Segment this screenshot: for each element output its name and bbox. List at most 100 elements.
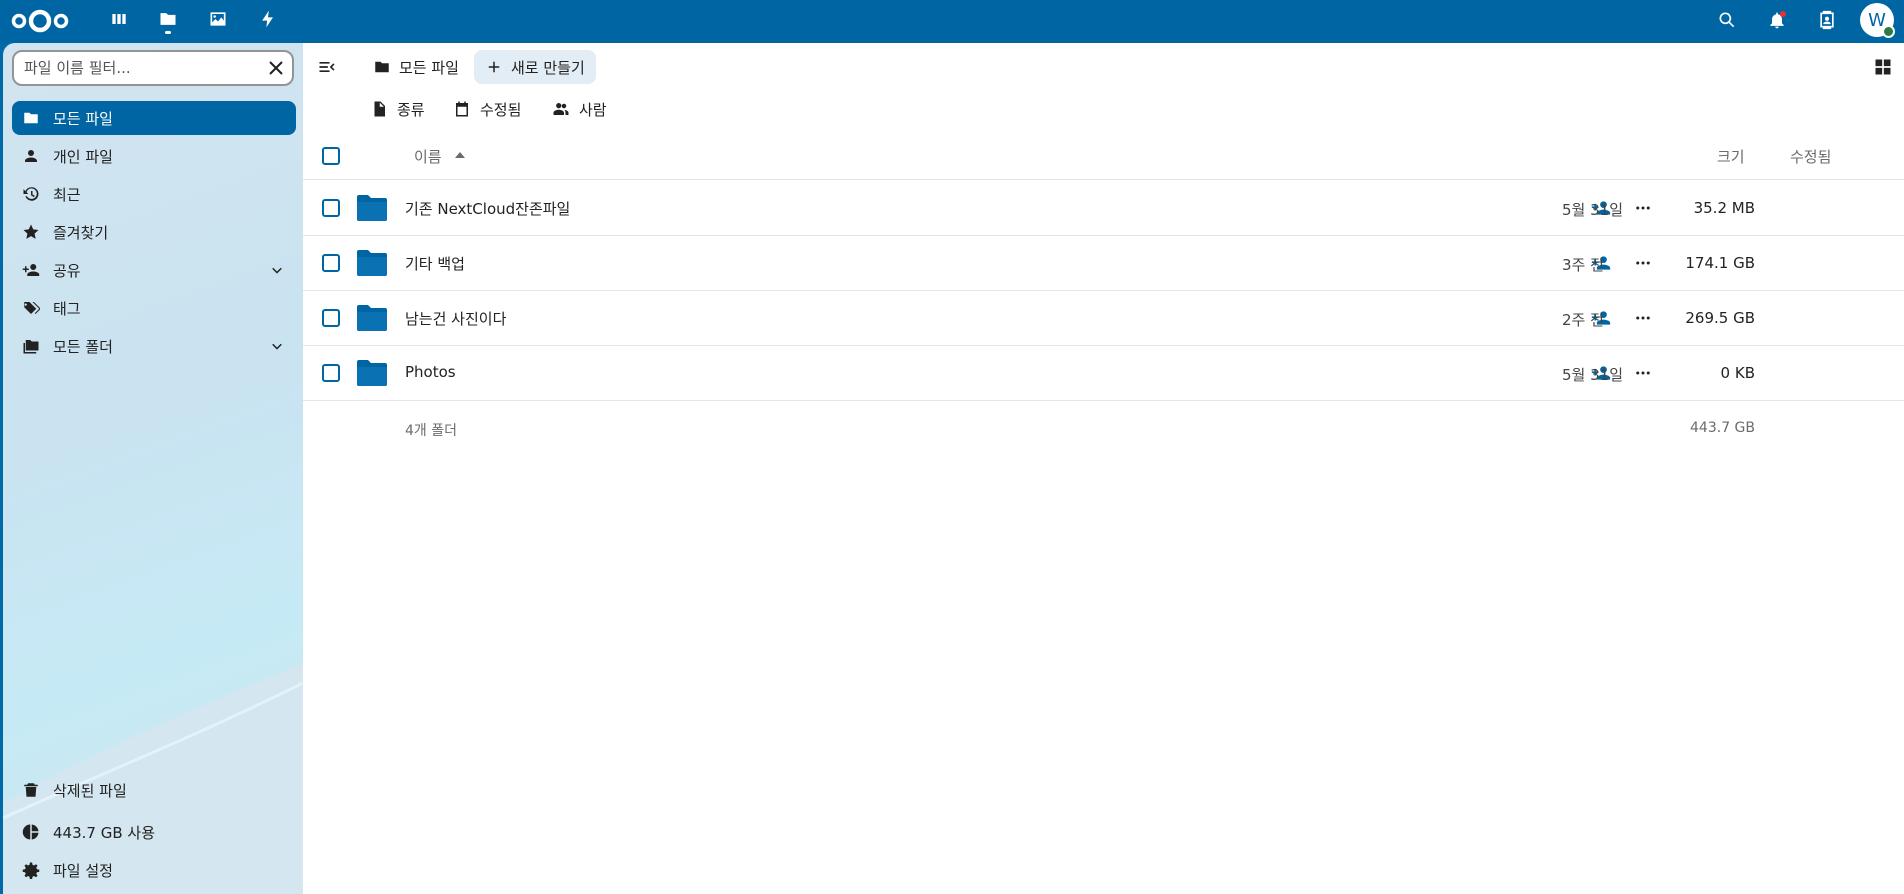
sidebar-item-all-folders[interactable]: 모든 폴더 <box>12 329 296 363</box>
grid-icon <box>1875 59 1891 75</box>
file-size: 35.2 MB <box>1693 199 1755 217</box>
file-name[interactable]: 남는건 사진이다 <box>405 308 506 329</box>
file-modified: 2주 전 <box>1562 311 1604 329</box>
column-size-header[interactable]: 크기 <box>1717 146 1745 167</box>
folder-icon <box>21 108 41 128</box>
search-button[interactable] <box>1707 0 1747 40</box>
actions-menu-button[interactable] <box>1630 195 1656 221</box>
actions-menu-button[interactable] <box>1630 360 1656 386</box>
contacts-button[interactable] <box>1807 0 1847 40</box>
row-checkbox[interactable] <box>322 309 340 327</box>
grid-view-toggle[interactable] <box>1866 50 1900 84</box>
column-name-header[interactable]: 이름 <box>414 146 442 167</box>
new-button-label: 새로 만들기 <box>511 58 585 77</box>
file-size: 0 KB <box>1720 364 1755 382</box>
app-files[interactable] <box>149 0 187 38</box>
app-photos[interactable] <box>199 0 237 38</box>
select-all-checkbox[interactable] <box>322 147 340 165</box>
file-name[interactable]: Photos <box>405 363 456 381</box>
filter-modified-label: 수정됨 <box>480 100 522 119</box>
chevron-down-icon[interactable] <box>268 337 286 355</box>
folder-count-summary: 4개 폴더 <box>405 423 457 439</box>
folder-icon[interactable] <box>356 249 388 277</box>
sidebar: 모든 파일 개인 파일 최근 즐겨찾기 공유 태그 모든 폴더 삭제된 파일 4… <box>3 43 303 894</box>
sidebar-item-label: 최근 <box>53 185 81 204</box>
table-row[interactable]: 기타 백업 174.1 GB 3주 전 <box>303 236 1904 291</box>
table-row[interactable]: 기존 NextCloud잔존파일 35.2 MB 5월 31일 <box>303 181 1904 236</box>
file-modified: 3주 전 <box>1562 256 1604 274</box>
pie-chart-icon <box>21 822 41 842</box>
file-icon <box>374 101 385 117</box>
trash-icon <box>21 780 41 800</box>
close-icon[interactable] <box>266 58 286 78</box>
contacts-icon <box>1820 10 1834 30</box>
nextcloud-logo[interactable] <box>10 6 70 36</box>
file-size: 269.5 GB <box>1685 309 1755 327</box>
user-avatar[interactable]: W <box>1860 3 1895 38</box>
filter-modified[interactable]: 수정됨 <box>453 92 521 126</box>
actions-menu-button[interactable] <box>1630 250 1656 276</box>
dashboard-icon <box>112 14 126 24</box>
people-icon <box>553 103 569 115</box>
actions-menu-button[interactable] <box>1630 305 1656 331</box>
sidebar-item-label: 모든 폴더 <box>53 337 113 356</box>
sidebar-item-tags[interactable]: 태그 <box>12 291 296 325</box>
storage-usage[interactable]: 443.7 GB 사용 <box>12 815 296 849</box>
notification-badge <box>1780 11 1786 17</box>
online-status-icon <box>1882 25 1895 38</box>
row-checkbox[interactable] <box>322 199 340 217</box>
table-header: 이름 크기 수정됨 <box>303 131 1904 180</box>
chevron-down-icon[interactable] <box>268 261 286 279</box>
filter-people[interactable]: 사람 <box>552 92 607 126</box>
sidebar-item-deleted-files[interactable]: 삭제된 파일 <box>12 773 296 807</box>
sidebar-item-label: 공유 <box>53 261 81 280</box>
file-modified: 5월 31일 <box>1562 366 1623 384</box>
calendar-icon <box>456 101 468 117</box>
notifications-button[interactable] <box>1757 0 1797 40</box>
breadcrumb-all-files[interactable]: 모든 파일 <box>373 50 459 84</box>
sidebar-item-label: 개인 파일 <box>53 147 113 166</box>
row-checkbox[interactable] <box>322 254 340 272</box>
toggle-navigation-button[interactable] <box>310 50 344 84</box>
folder-icon[interactable] <box>356 194 388 222</box>
filter-people-label: 사람 <box>579 100 607 119</box>
folder-icon[interactable] <box>356 359 388 387</box>
table-row[interactable]: Photos 0 KB 5월 31일 <box>303 346 1904 401</box>
app-dashboard[interactable] <box>100 0 138 38</box>
file-name[interactable]: 기존 NextCloud잔존파일 <box>405 198 570 219</box>
column-modified-header[interactable]: 수정됨 <box>1790 146 1831 167</box>
breadcrumb-label: 모든 파일 <box>399 58 459 77</box>
file-modified: 5월 31일 <box>1562 201 1623 219</box>
more-horizontal-icon <box>1636 261 1650 265</box>
row-checkbox[interactable] <box>322 364 340 382</box>
folder-icon <box>375 61 389 73</box>
sidebar-item-shares[interactable]: 공유 <box>12 253 296 287</box>
file-name[interactable]: 기타 백업 <box>405 253 465 274</box>
sidebar-item-label: 태그 <box>53 299 81 318</box>
plus-icon <box>488 61 500 73</box>
total-size-summary: 443.7 GB <box>1690 420 1755 436</box>
folders-icon <box>21 336 41 356</box>
sidebar-item-personal-files[interactable]: 개인 파일 <box>12 139 296 173</box>
sidebar-item-favorites[interactable]: 즐겨찾기 <box>12 215 296 249</box>
sort-ascending-icon <box>455 152 465 158</box>
table-row[interactable]: 남는건 사진이다 269.5 GB 2주 전 <box>303 291 1904 346</box>
search-icon <box>1719 12 1735 28</box>
image-icon <box>210 12 226 26</box>
sidebar-item-recent[interactable]: 최근 <box>12 177 296 211</box>
sidebar-item-label: 삭제된 파일 <box>53 781 127 800</box>
sidebar-item-label: 모든 파일 <box>53 109 113 128</box>
star-icon <box>21 222 41 242</box>
new-button[interactable]: 새로 만들기 <box>474 50 596 84</box>
folder-icon[interactable] <box>356 304 388 332</box>
folder-icon <box>160 13 176 25</box>
sidebar-item-file-settings[interactable]: 파일 설정 <box>12 853 296 887</box>
share-icon <box>21 260 41 280</box>
app-activity[interactable] <box>249 0 287 38</box>
top-bar: W <box>0 0 1904 43</box>
sidebar-item-all-files[interactable]: 모든 파일 <box>12 101 296 135</box>
file-filter <box>12 50 294 86</box>
filter-input[interactable] <box>24 52 254 84</box>
gear-icon <box>21 860 41 880</box>
filter-type[interactable]: 종류 <box>370 92 425 126</box>
